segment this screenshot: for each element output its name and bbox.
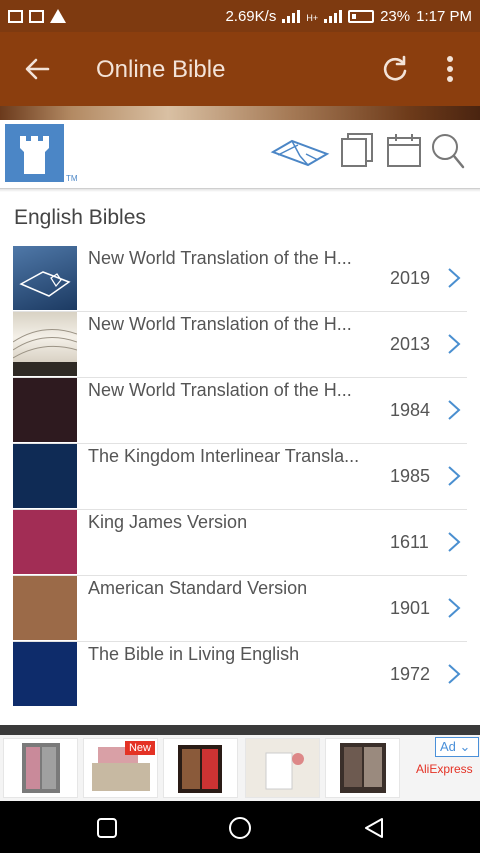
refresh-icon[interactable] <box>380 54 410 84</box>
header-banner-image <box>0 106 480 120</box>
warning-icon <box>50 9 66 23</box>
copy-pages-icon[interactable] <box>340 132 374 168</box>
system-nav-bar <box>0 801 480 853</box>
chevron-right-icon <box>448 598 461 618</box>
network-type-label: H+ <box>306 12 319 23</box>
ad-divider <box>0 725 480 735</box>
ad-product-image[interactable]: New <box>83 738 158 798</box>
bible-title: New World Translation of the H... <box>88 314 352 334</box>
ad-banner[interactable]: New Ad ⌄ AliExpress <box>0 735 480 801</box>
chevron-right-icon <box>448 532 461 552</box>
bible-title: The Kingdom Interlinear Transla... <box>88 446 360 466</box>
battery-percent: 23% <box>380 7 411 25</box>
search-icon[interactable] <box>430 132 466 170</box>
battery-icon <box>348 9 375 23</box>
bible-title: New World Translation of the H... <box>88 248 352 268</box>
bible-title: King James Version <box>88 512 248 532</box>
clock: 1:17 PM <box>416 7 472 25</box>
bible-title: The Bible in Living English <box>88 644 300 664</box>
bible-year: 1985 <box>390 466 431 486</box>
ad-product-image[interactable] <box>245 738 320 798</box>
new-tag: New <box>124 741 155 755</box>
home-icon[interactable] <box>228 816 252 840</box>
bible-row-nwt-2019[interactable]: New World Translation of the H... 2019 <box>13 246 467 312</box>
ad-product-image[interactable] <box>163 738 238 798</box>
calendar-icon[interactable] <box>386 132 422 168</box>
trademark-mark: TM <box>66 174 78 183</box>
bible-row-nwt-1984[interactable]: New World Translation of the H... 1984 <box>13 378 467 444</box>
bible-cover-thumbnail <box>13 378 77 442</box>
bible-title: New World Translation of the H... <box>88 380 352 400</box>
toolbar-shadow <box>0 189 480 192</box>
overflow-menu-icon[interactable] <box>440 52 460 86</box>
toolbar: TM <box>0 120 480 189</box>
app-title: Online Bible <box>96 56 226 83</box>
app-bar: Online Bible <box>0 32 480 106</box>
chevron-right-icon <box>448 466 461 486</box>
ad-choices-badge[interactable]: Ad ⌄ <box>435 737 479 757</box>
bible-cover-thumbnail <box>13 642 77 706</box>
ad-brand-logo: AliExpress <box>416 762 473 776</box>
status-bar: 2.69K/s H+ 23% 1:17 PM <box>0 0 480 32</box>
ad-product-image[interactable] <box>3 738 78 798</box>
bible-row-nwt-2013[interactable]: New World Translation of the H... 2013 <box>13 312 467 378</box>
bible-year: 2013 <box>390 334 431 354</box>
signal-icon <box>282 9 301 23</box>
section-title: English Bibles <box>14 206 146 229</box>
bible-list: New World Translation of the H... 2019 N… <box>13 246 467 707</box>
bible-year: 1972 <box>390 664 431 684</box>
bible-row-living-english[interactable]: The Bible in Living English 1972 <box>13 642 467 707</box>
bible-cover-thumbnail <box>13 576 77 640</box>
back-arrow-icon[interactable] <box>22 54 52 84</box>
bible-row-kingdom-interlinear[interactable]: The Kingdom Interlinear Transla... 1985 <box>13 444 467 510</box>
bible-cover-thumbnail <box>13 444 77 508</box>
signal-icon-2 <box>324 9 343 23</box>
bible-title: American Standard Version <box>88 578 308 598</box>
bible-cover-thumbnail <box>13 510 77 574</box>
recents-icon[interactable] <box>96 817 118 839</box>
chevron-right-icon <box>448 400 461 420</box>
bible-year: 1611 <box>390 532 429 552</box>
open-book-icon[interactable] <box>270 136 330 168</box>
bible-year: 1901 <box>390 598 431 618</box>
network-speed: 2.69K/s <box>225 7 277 25</box>
bible-cover-thumbnail <box>13 312 77 376</box>
watchtower-logo[interactable] <box>5 124 64 182</box>
bible-year: 2019 <box>390 268 431 288</box>
chevron-right-icon <box>448 664 461 684</box>
ad-product-image[interactable] <box>325 738 400 798</box>
bible-row-american-standard[interactable]: American Standard Version 1901 <box>13 576 467 642</box>
gallery-icon <box>29 9 44 23</box>
bible-year: 1984 <box>390 400 431 420</box>
chevron-right-icon <box>448 268 461 288</box>
chevron-right-icon <box>448 334 461 354</box>
bible-row-king-james[interactable]: King James Version 1611 <box>13 510 467 576</box>
back-icon[interactable] <box>362 816 386 840</box>
mail-icon <box>8 9 23 23</box>
bible-cover-thumbnail <box>13 246 77 310</box>
